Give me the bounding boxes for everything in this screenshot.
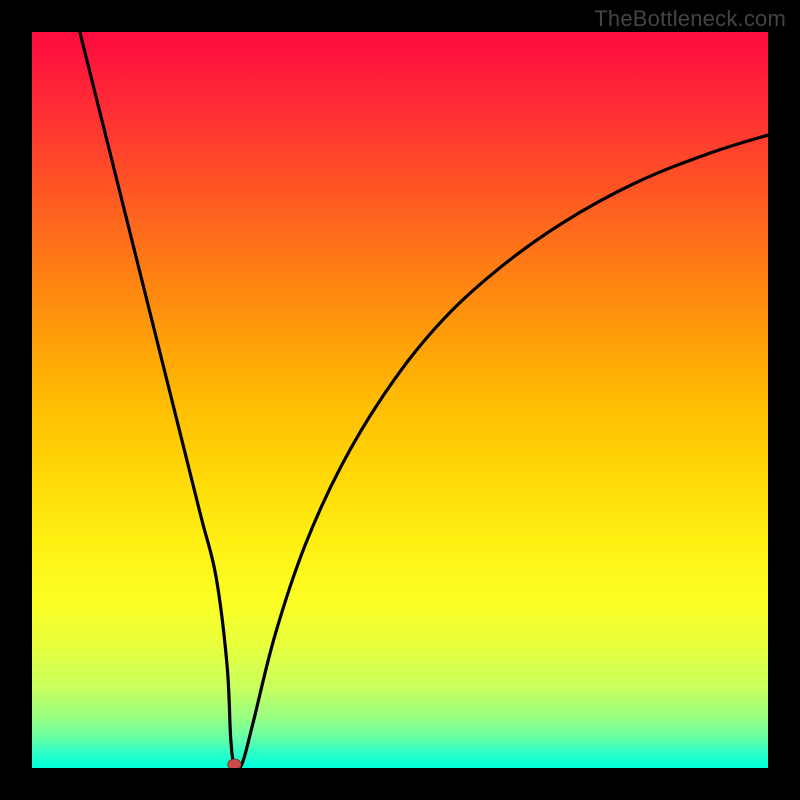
chart-container: TheBottleneck.com <box>0 0 800 800</box>
minimum-marker <box>228 759 241 768</box>
plot-area <box>32 32 768 768</box>
curve-layer <box>32 32 768 768</box>
watermark-text: TheBottleneck.com <box>594 6 786 32</box>
bottleneck-curve <box>80 32 768 768</box>
